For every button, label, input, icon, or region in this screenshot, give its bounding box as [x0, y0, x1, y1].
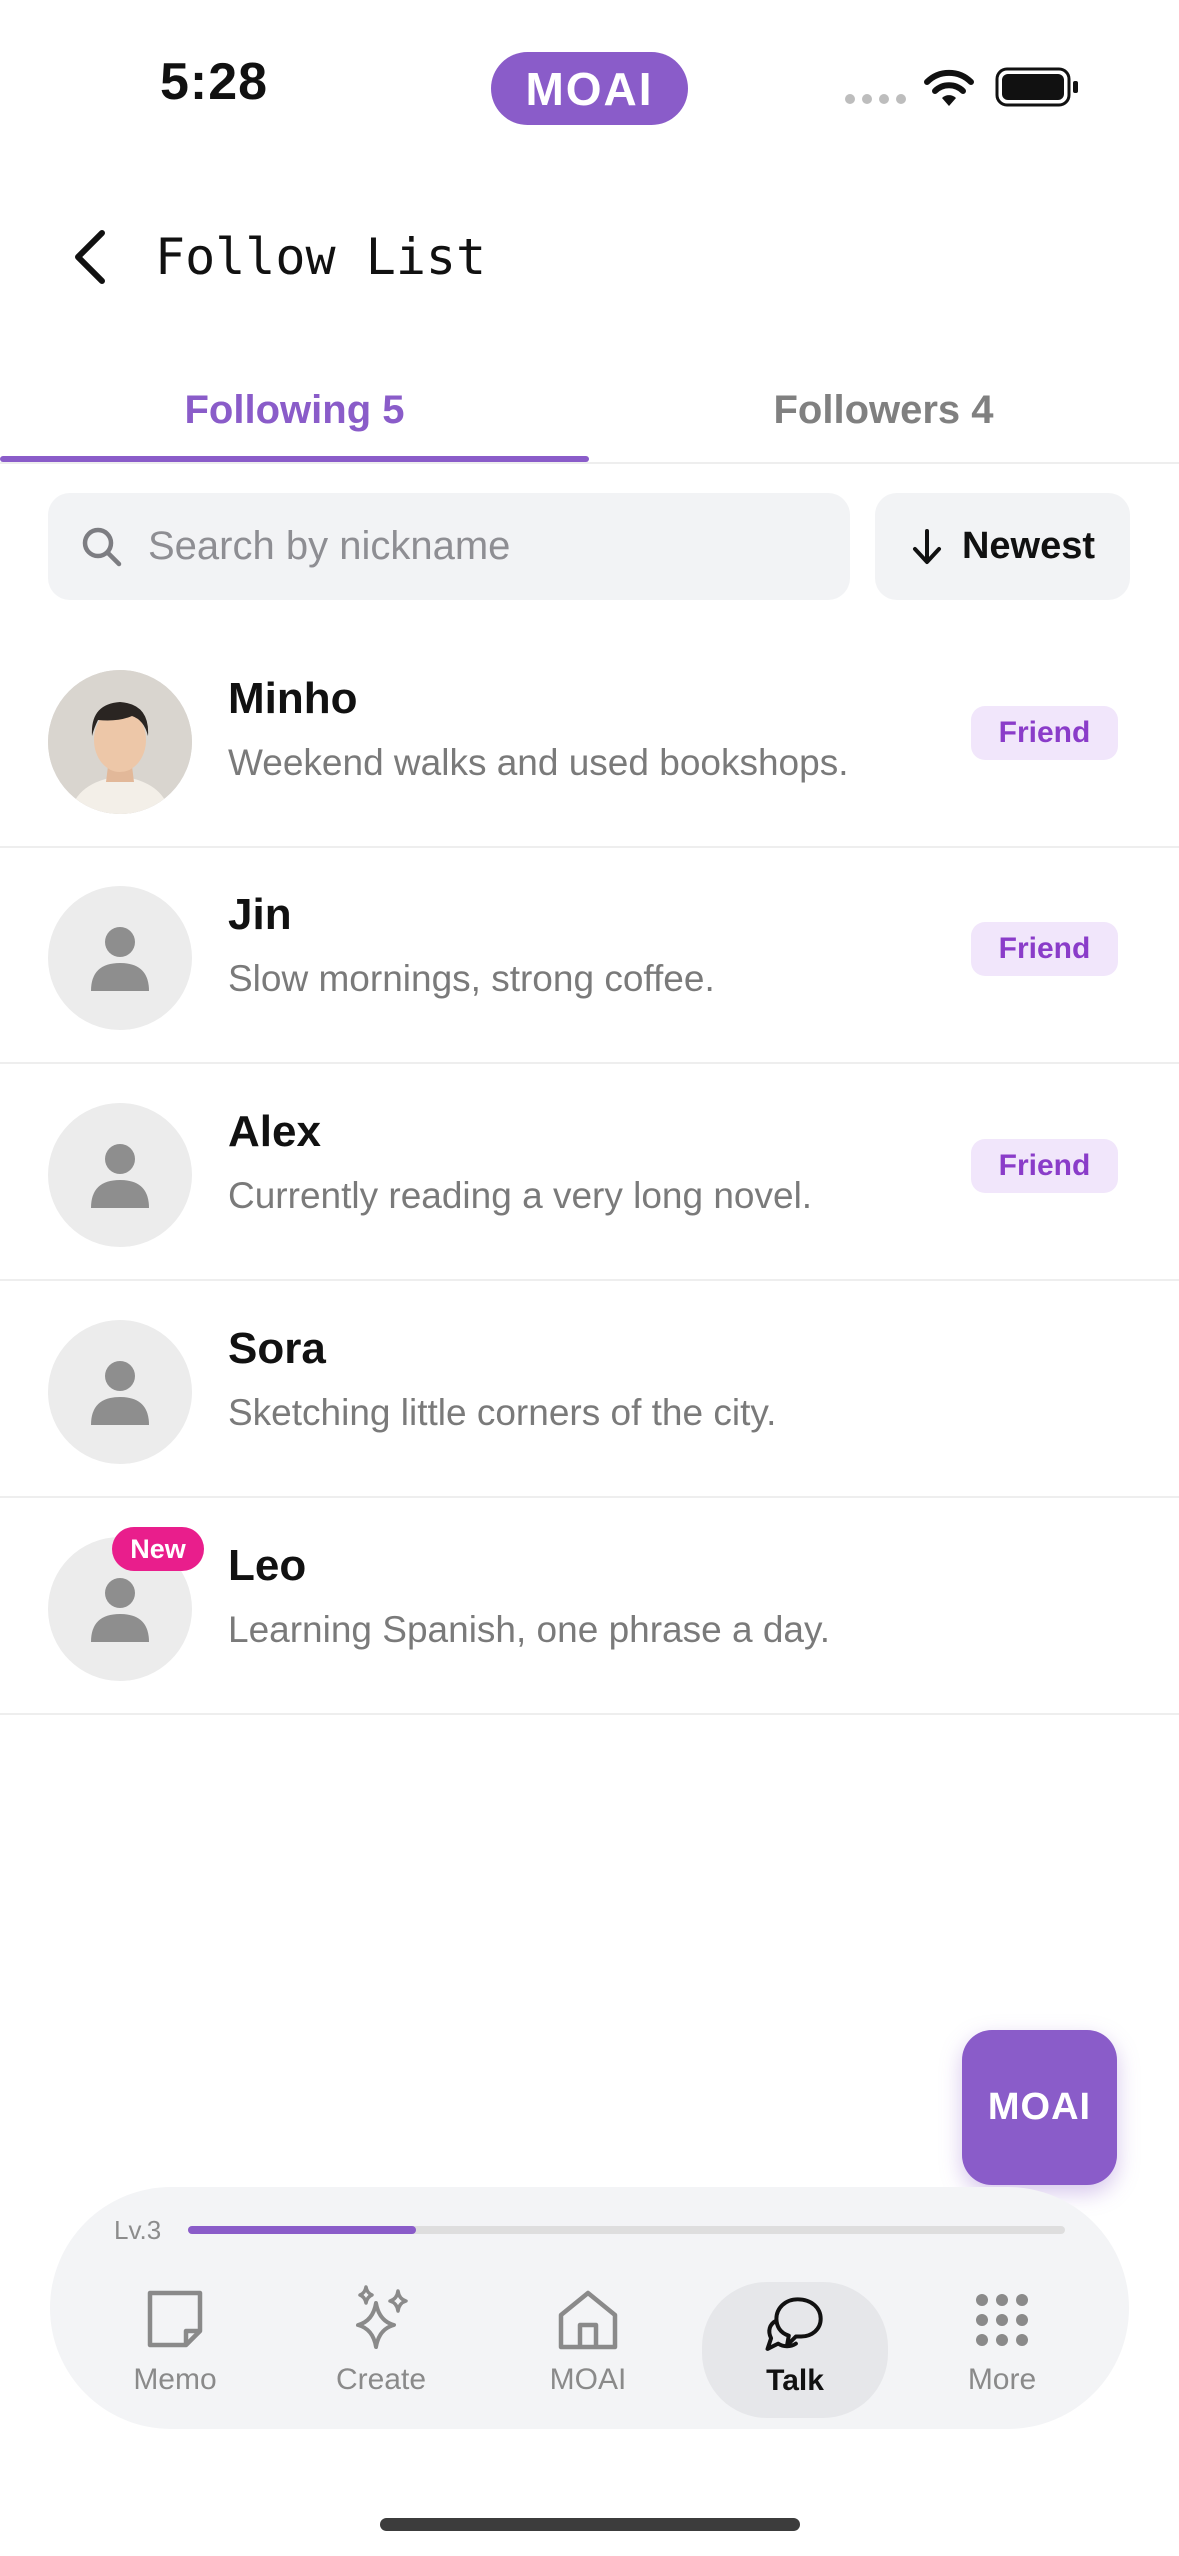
nav-create[interactable]: Create — [288, 2285, 474, 2415]
nav-label: Create — [335, 2363, 427, 2396]
new-badge: New — [112, 1527, 204, 1571]
user-bio: Learning Spanish, one phrase a day. — [228, 1609, 831, 1650]
user-bio: Weekend walks and used bookshops. — [228, 742, 849, 783]
status-time: 5:28 — [160, 53, 269, 111]
sparkles-icon — [356, 2285, 408, 2349]
list-item[interactable]: Alex Currently reading a very long novel… — [0, 1065, 1179, 1281]
nav-moai[interactable]: MOAI — [495, 2285, 681, 2415]
chat-bubbles-icon — [765, 2297, 823, 2351]
wifi-icon — [924, 69, 974, 106]
user-bio: Sketching little corners of the city. — [228, 1392, 777, 1433]
tab-following[interactable]: Following 5 — [0, 360, 589, 460]
list-item[interactable]: New Leo Learning Spanish, one phrase a d… — [0, 1499, 1179, 1715]
avatar[interactable] — [48, 670, 192, 814]
nav-talk[interactable]: Talk — [702, 2282, 888, 2418]
user-bio: Currently reading a very long novel. — [228, 1175, 813, 1216]
friend-badge: Friend — [971, 922, 1118, 976]
avatar[interactable] — [48, 1320, 192, 1464]
list-item[interactable]: Sora Sketching little corners of the cit… — [0, 1282, 1179, 1498]
home-icon — [558, 2290, 618, 2350]
person-icon — [91, 1144, 149, 1208]
tab-followers[interactable]: Followers 4 — [589, 360, 1178, 460]
user-name: Sora — [228, 1324, 326, 1373]
profile-photo — [48, 670, 192, 814]
arrow-down-icon — [912, 528, 941, 564]
person-icon — [91, 1361, 149, 1425]
memo-icon — [147, 2290, 203, 2348]
home-indicator — [380, 2518, 800, 2531]
friend-badge: Friend — [971, 706, 1118, 760]
moai-fab-button[interactable]: MOAI — [962, 2030, 1117, 2185]
level-progress-fill — [188, 2226, 417, 2234]
tab-divider — [0, 462, 1179, 464]
user-name: Leo — [228, 1541, 307, 1590]
app-status-pill: MOAI — [491, 52, 688, 125]
user-name: Alex — [228, 1107, 321, 1156]
level-label: Lv.3 — [114, 2215, 162, 2245]
chevron-left-icon — [75, 230, 105, 284]
list-item[interactable]: Minho Weekend walks and used bookshops. … — [0, 632, 1179, 848]
avatar[interactable]: New — [48, 1527, 204, 1681]
page-title: Follow List — [155, 228, 487, 286]
user-bio: Slow mornings, strong coffee. — [228, 958, 715, 999]
battery-icon — [995, 67, 1078, 107]
search-bar[interactable] — [48, 493, 850, 600]
back-button[interactable] — [60, 222, 120, 292]
user-name: Jin — [228, 890, 292, 939]
avatar[interactable] — [48, 886, 192, 1030]
friend-badge: Friend — [971, 1139, 1118, 1193]
avatar[interactable] — [48, 1103, 192, 1247]
list-item[interactable]: Jin Slow mornings, strong coffee. Friend — [0, 848, 1179, 1064]
person-icon — [91, 1578, 149, 1642]
search-icon — [82, 527, 122, 566]
nav-label: MOAI — [549, 2363, 627, 2396]
cellular-icon — [845, 94, 906, 104]
nav-more[interactable]: More — [909, 2285, 1095, 2415]
sort-label: Newest — [961, 525, 1096, 567]
nav-label: Talk — [766, 2364, 824, 2397]
sort-button[interactable]: Newest — [875, 493, 1130, 600]
nav-memo[interactable]: Memo — [82, 2285, 268, 2415]
nav-label: Memo — [133, 2363, 217, 2396]
user-name: Minho — [228, 674, 358, 723]
grid-icon — [976, 2294, 1028, 2346]
nav-label: More — [967, 2363, 1037, 2396]
search-input[interactable] — [146, 523, 790, 570]
person-icon — [91, 927, 149, 991]
